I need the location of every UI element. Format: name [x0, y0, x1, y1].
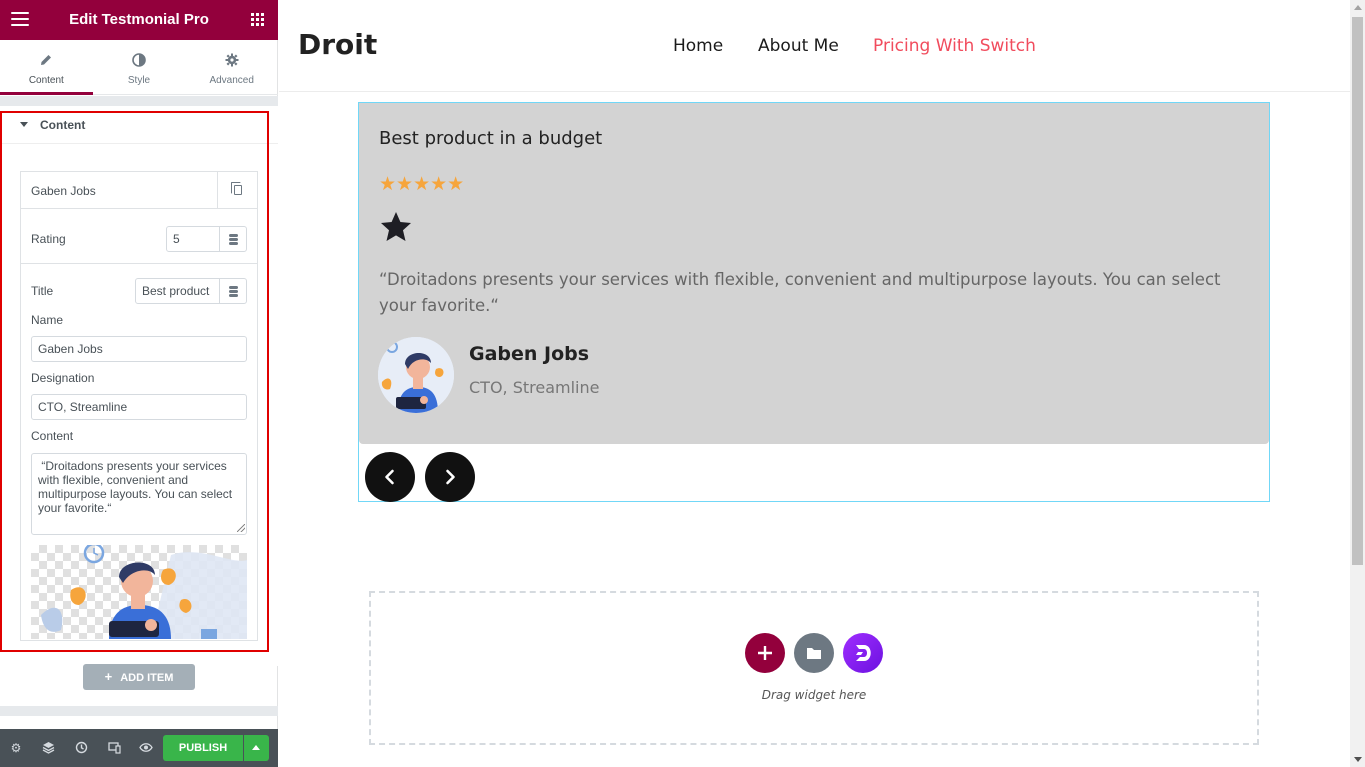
nav-about-me[interactable]: About Me [758, 36, 839, 56]
panel-tabs: Content Style Advanced [0, 40, 278, 95]
scroll-down-icon[interactable] [1354, 757, 1362, 762]
repeater-item: Gaben Jobs Rating Title Name Designation… [20, 171, 258, 641]
droit-templates-button[interactable] [843, 633, 883, 673]
panel-title: Edit Testmonial Pro [69, 11, 209, 28]
plus-icon: + [104, 669, 113, 684]
content-label: Content [31, 429, 74, 443]
database-icon [229, 234, 238, 245]
eye-icon[interactable] [139, 741, 153, 755]
publish-options-button[interactable] [244, 735, 269, 761]
droit-logo-icon [856, 645, 871, 661]
panel-divider [0, 706, 278, 716]
tab-style[interactable]: Style [93, 40, 186, 94]
scroll-up-icon[interactable] [1354, 5, 1362, 10]
pencil-icon [0, 53, 93, 69]
copy-icon [231, 182, 242, 195]
title-label: Title [31, 284, 54, 298]
add-item-button[interactable]: + ADD ITEM [83, 664, 195, 690]
image-picker[interactable] [31, 545, 247, 639]
testimonial-designation: CTO, Streamline [469, 378, 600, 397]
name-label: Name [31, 313, 64, 327]
nav-pricing-with-switch[interactable]: Pricing With Switch [873, 36, 1036, 56]
tab-advanced-label: Advanced [209, 75, 254, 86]
content-textarea[interactable]: “Droitadons presents your services with … [31, 453, 247, 535]
caret-down-icon [20, 122, 28, 127]
scrollbar-thumb[interactable] [1352, 17, 1363, 565]
tab-content-label: Content [28, 75, 64, 86]
repeater-item-header[interactable]: Gaben Jobs [21, 172, 257, 209]
site-logo[interactable]: Droit [298, 28, 377, 61]
settings-icon[interactable]: ⚙ [9, 741, 23, 755]
add-section-button[interactable] [745, 633, 785, 673]
gear-icon [185, 53, 278, 69]
title-input[interactable] [135, 278, 220, 304]
chevron-right-icon [446, 469, 455, 485]
divider [21, 263, 257, 264]
testimonial-widget[interactable]: Best product in a budget ★★★★★ “Droitado… [358, 102, 1270, 502]
history-icon[interactable] [74, 741, 88, 755]
database-icon [229, 286, 238, 297]
site-header: Droit Home About Me Pricing With Switch [279, 0, 1350, 92]
menu-icon[interactable] [11, 12, 29, 28]
responsive-icon[interactable] [107, 741, 121, 755]
page-scrollbar[interactable] [1350, 0, 1365, 767]
add-item-label: ADD ITEM [120, 672, 174, 684]
testimonial-card: Best product in a budget ★★★★★ “Droitado… [359, 103, 1269, 444]
half-circle-icon [93, 53, 186, 69]
editor-panel: Edit Testmonial Pro Content Style Advanc… [0, 0, 278, 767]
testimonial-title: Best product in a budget [379, 128, 603, 149]
dynamic-tags-button[interactable] [219, 226, 247, 252]
repeater-item-title: Gaben Jobs [31, 184, 96, 198]
widget-dropzone[interactable]: Drag widget here [369, 591, 1259, 745]
rating-label: Rating [31, 232, 66, 246]
tab-style-label: Style [127, 75, 151, 86]
section-title: Content [40, 118, 86, 132]
star-icon [381, 212, 411, 241]
chevron-left-icon [385, 469, 394, 485]
nav-home[interactable]: Home [673, 36, 723, 56]
folder-icon [807, 648, 821, 659]
avatar [378, 337, 454, 413]
duplicate-button[interactable] [217, 172, 257, 209]
testimonial-name: Gaben Jobs [469, 343, 590, 365]
widgets-grid-icon[interactable] [251, 13, 264, 26]
name-input[interactable] [31, 336, 247, 362]
next-arrow-button[interactable] [425, 452, 475, 502]
prev-arrow-button[interactable] [365, 452, 415, 502]
rating-input[interactable] [166, 226, 220, 252]
tab-advanced[interactable]: Advanced [185, 40, 278, 94]
testimonial-text: “Droitadons presents your services with … [379, 270, 1221, 315]
dynamic-tags-button[interactable] [219, 278, 247, 304]
designation-input[interactable] [31, 394, 247, 420]
panel-header: Edit Testmonial Pro [0, 0, 278, 40]
tab-content[interactable]: Content [0, 40, 93, 95]
page-preview: Droit Home About Me Pricing With Switch … [279, 0, 1350, 767]
avatar-illustration [41, 545, 247, 639]
panel-divider [0, 96, 278, 106]
publish-button[interactable]: PUBLISH [163, 735, 243, 761]
panel-footer: ⚙ PUBLISH [0, 729, 278, 767]
plus-icon [758, 646, 772, 660]
designation-label: Designation [31, 371, 95, 385]
rating-stars: ★★★★★ [379, 173, 465, 195]
dropzone-text: Drag widget here [761, 688, 867, 702]
section-toggle[interactable]: Content [0, 106, 278, 144]
add-template-button[interactable] [794, 633, 834, 673]
navigator-icon[interactable] [41, 741, 55, 755]
